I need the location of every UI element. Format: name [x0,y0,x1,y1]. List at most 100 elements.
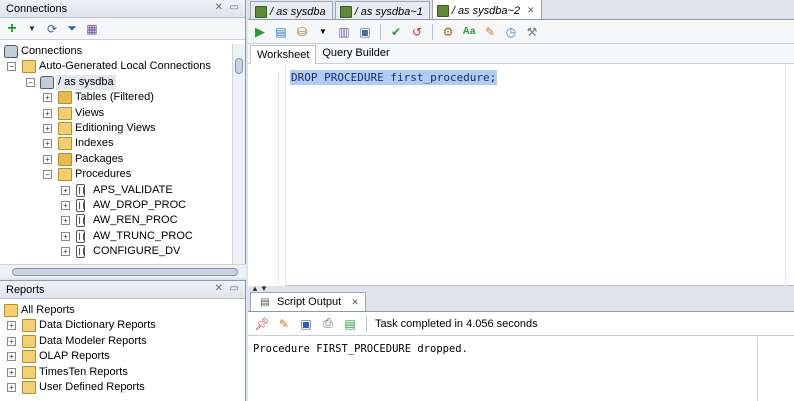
expand-icon[interactable]: + [7,321,16,331]
panel-close-icon[interactable]: ✕ [215,283,223,294]
output-line: Procedure FIRST_PROCEDURE dropped. [253,343,468,355]
tree-item-report-folder[interactable]: + Data Dictionary Reports [0,318,246,333]
print-icon[interactable]: ⎙ [320,316,336,332]
connections-vertical-scrollbar[interactable] [232,44,245,264]
run-script-icon[interactable]: ▤ [273,24,289,40]
sql-worksheet-icon [436,4,449,17]
database-connection-icon [40,75,54,89]
scrollbar-thumb[interactable] [235,58,243,74]
expand-icon[interactable]: + [43,154,52,164]
tree-item-report-folder[interactable]: + User Defined Reports [0,380,246,395]
tree-item-views[interactable]: + Views [0,106,232,121]
schema-browser-icon[interactable]: ▦ [84,21,100,37]
scrollbar-thumb[interactable] [12,268,238,276]
tab-query-builder[interactable]: Query Builder [316,44,395,63]
sql-tuning-icon[interactable]: ▣ [357,24,373,40]
script-output-text[interactable]: Procedure FIRST_PROCEDURE dropped. [248,337,758,401]
folder-icon [22,60,36,74]
format-icon[interactable]: ⚒ [524,24,540,40]
tree-item-auto-generated[interactable]: − Auto-Generated Local Connections [0,59,232,74]
tree-item-report-folder[interactable]: + Data Modeler Reports [0,334,246,349]
tree-item-procedure[interactable]: + AW_DROP_PROC [0,198,232,213]
tree-item-all-reports[interactable]: All Reports [0,303,246,318]
tree-item-procedure[interactable]: + APS_VALIDATE [0,183,232,198]
sql-editor[interactable]: DROP PROCEDURE first_procedure; [248,64,794,286]
collapse-icon[interactable]: − [7,62,16,72]
expand-icon[interactable]: + [7,352,16,362]
right-margin-guide [785,64,786,286]
expand-icon[interactable]: + [43,93,52,103]
tree-item-procedures[interactable]: − Procedures [0,167,232,182]
run-statement-icon[interactable]: ▶ [252,24,268,40]
clear-icon[interactable]: ✎ [482,24,498,40]
tree-item-procedure[interactable]: + AW_TRUNC_PROC [0,229,232,244]
tree-item-report-folder[interactable]: + TimesTen Reports [0,365,246,380]
expand-icon[interactable]: + [61,200,70,210]
sql-statement[interactable]: DROP PROCEDURE first_procedure; [290,70,498,85]
expand-icon[interactable]: + [43,139,52,149]
views-folder-icon [58,106,72,120]
expand-icon[interactable]: + [61,185,70,195]
connections-panel-header: Connections ✕ ▭ [0,0,245,18]
commit-icon[interactable]: ✔ [388,24,404,40]
folder-icon [22,334,36,348]
panel-minimize-icon[interactable]: ▭ [230,2,239,13]
reports-panel-title: Reports [6,284,45,296]
eraser-icon[interactable]: ✎ [276,316,292,332]
tree-item-procedure[interactable]: + AW_REN_PROC [0,213,232,228]
save-icon[interactable]: ▣ [298,316,314,332]
expand-icon[interactable]: + [61,231,70,241]
autotrace-icon[interactable]: ⛁ [294,24,310,40]
expand-icon[interactable]: + [43,108,52,118]
expand-icon[interactable]: + [7,336,16,346]
rollback-icon[interactable]: ↺ [409,24,425,40]
collapse-icon[interactable]: − [26,77,35,87]
close-tab-icon[interactable]: ✕ [351,297,359,308]
expand-icon[interactable]: + [7,367,16,377]
dropdown-arrow-icon[interactable]: ▼ [24,21,40,37]
tree-item-sysdba-connection[interactable]: − / as sysdba [0,74,232,91]
history-icon[interactable]: ◷ [503,24,519,40]
pin-icon[interactable]: 📌︎ [254,316,270,332]
tab-worksheet[interactable]: Worksheet [250,45,317,64]
export-icon[interactable]: ▤ [342,316,358,332]
panel-minimize-icon[interactable]: ▭ [230,283,239,294]
filter-icon[interactable]: ⏷ [64,21,80,37]
fold-guide [278,72,279,284]
reports-panel: Reports ✕ ▭ All Reports + Data Dictionar… [0,280,246,401]
tree-item-report-folder[interactable]: + OLAP Reports [0,349,246,364]
close-tab-icon[interactable]: ✕ [527,5,535,16]
procedures-folder-icon [58,168,72,182]
dropdown-arrow-icon[interactable]: ▼ [315,24,331,40]
expand-icon[interactable]: + [7,382,16,392]
tab-script-output[interactable]: ▤ Script Output ✕ [250,292,366,311]
expand-icon[interactable]: + [61,216,70,226]
tree-item-indexes[interactable]: + Indexes [0,136,232,151]
packages-folder-icon [58,152,72,166]
to-upper-lower-icon[interactable]: Aa [461,24,477,40]
folder-icon [22,365,36,379]
procedure-icon [76,214,85,228]
reports-folder-icon [4,304,18,317]
procedure-icon [76,245,85,259]
tab-sysdba[interactable]: / as sysdba [250,1,333,19]
tree-item-editioning-views[interactable]: + Editioning Views [0,121,232,136]
add-connection-icon[interactable]: + [4,20,20,37]
tree-item-procedure[interactable]: + CONFIGURE_DV [0,244,232,259]
explain-plan-icon[interactable]: ▥ [336,24,352,40]
panel-close-icon[interactable]: ✕ [215,2,223,13]
tree-item-packages[interactable]: + Packages [0,152,232,167]
connections-horizontal-scrollbar[interactable] [0,264,246,278]
tab-sysdba-1[interactable]: / as sysdba~1 [334,1,430,19]
connections-panel: Connections ✕ ▭ + ▼ ⟳ ⏷ ▦ Connections − … [0,0,246,278]
expand-icon[interactable]: + [43,123,52,133]
unshared-sql-icon[interactable]: ⚙ [440,24,456,40]
tab-sysdba-2[interactable]: / as sysdba~2 ✕ [431,0,542,19]
expand-icon[interactable]: + [61,247,70,257]
toolbar-separator [366,315,367,332]
tree-item-connections[interactable]: Connections [0,44,232,59]
collapse-icon[interactable]: − [43,170,52,180]
refresh-icon[interactable]: ⟳ [44,21,60,37]
connections-icon [4,45,18,58]
tree-item-tables[interactable]: + Tables (Filtered) [0,90,232,105]
